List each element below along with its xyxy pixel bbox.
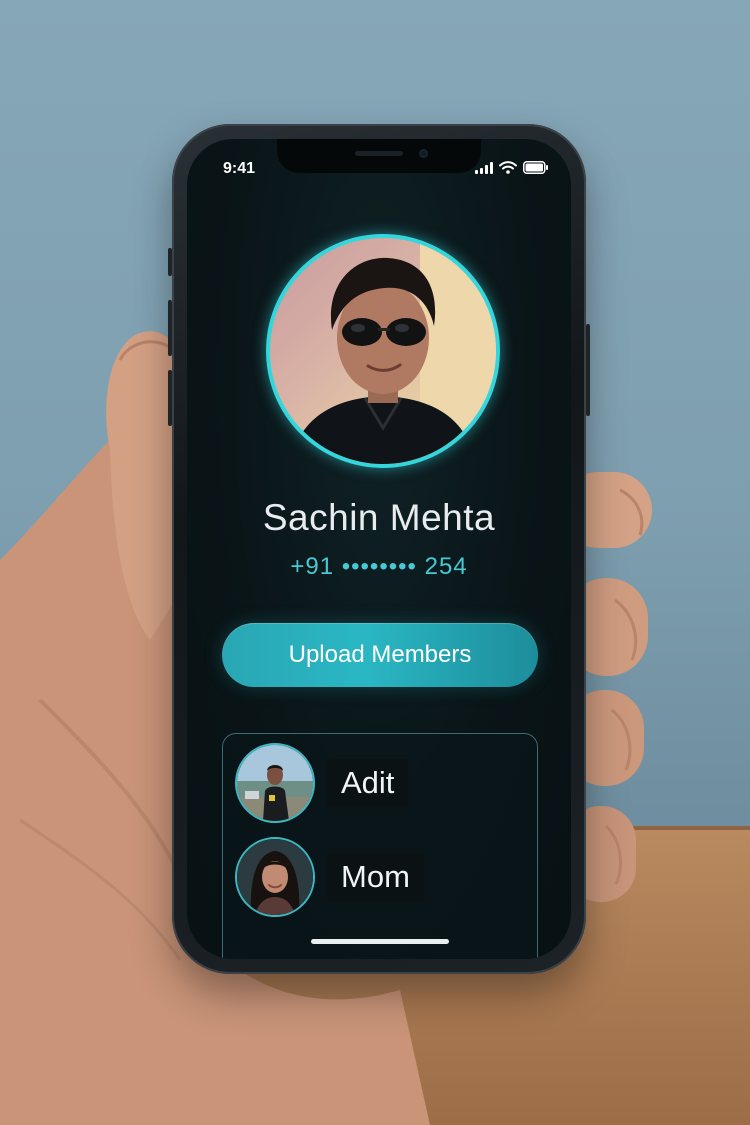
members-list: Adit Mom [222,733,538,959]
member-photo-icon [237,839,313,915]
upload-members-label: Upload Members [288,641,472,668]
phone-screen: 9:41 Sachin Mehta +91 •••••••• 254 Uploa… [187,139,571,959]
member-photo-icon [237,745,313,821]
power-button [586,324,590,416]
wifi-icon [499,161,517,174]
mute-switch [168,248,172,276]
member-name: Mom [327,853,424,901]
status-icons [475,161,549,174]
home-indicator[interactable] [311,939,449,944]
member-name: Adit [327,759,409,807]
profile-name: Sachin Mehta [262,497,496,538]
volume-down-button [168,370,172,426]
member-avatar [235,837,315,917]
volume-up-button [168,300,172,356]
smartphone: 9:41 Sachin Mehta +91 •••••••• 254 Uploa… [168,124,590,974]
profile-avatar[interactable] [266,234,500,468]
upload-members-button[interactable]: Upload Members [222,623,538,687]
notch [277,139,481,173]
member-row-mom[interactable]: Mom [223,832,537,922]
profile-photo-icon [290,238,496,464]
front-camera [419,149,428,158]
cellular-signal-icon [475,161,493,174]
member-avatar [235,743,315,823]
profile-phone: +91 •••••••• 254 [290,553,468,580]
member-row-adit[interactable]: Adit [223,738,537,828]
photo-scene: 9:41 Sachin Mehta +91 •••••••• 254 Uploa… [0,0,750,1125]
earpiece-speaker [355,151,403,156]
status-time: 9:41 [223,160,256,177]
battery-icon [523,161,548,174]
